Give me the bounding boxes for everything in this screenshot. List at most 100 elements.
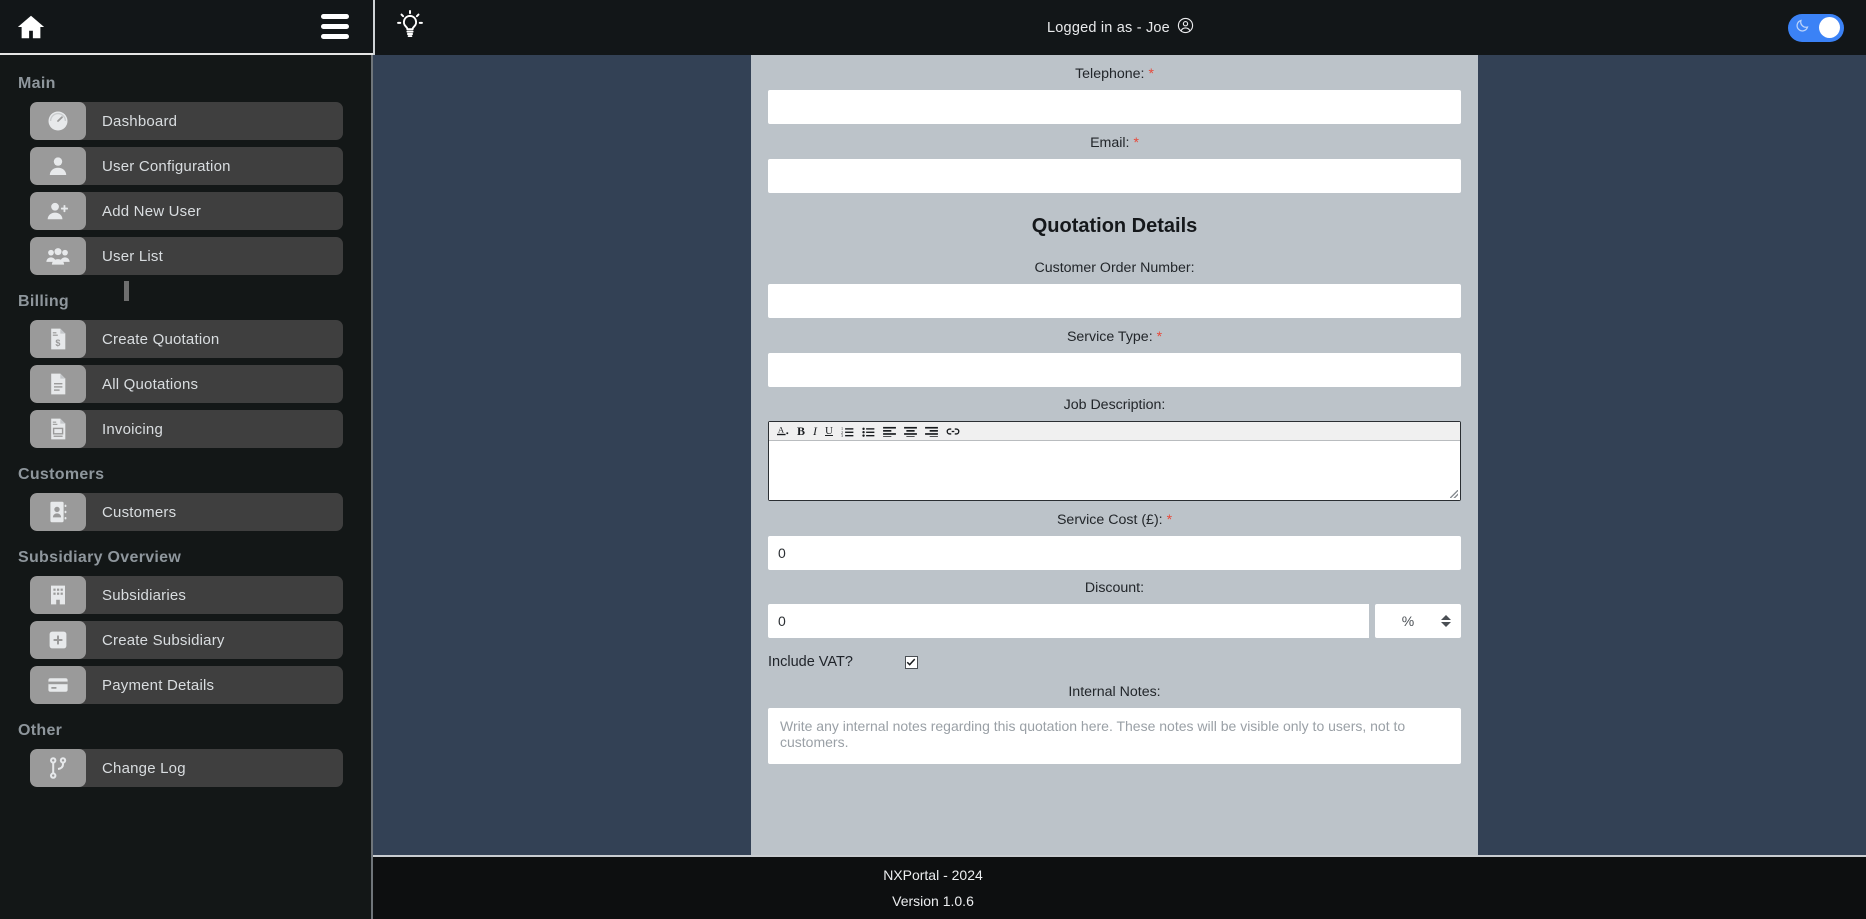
sidebar-item-invoicing[interactable]: Invoicing (30, 410, 343, 448)
svg-text:3: 3 (841, 434, 843, 437)
plus-square-icon (30, 621, 86, 659)
internal-notes-field-group: Internal Notes: (751, 674, 1478, 769)
sidebar-item-label: Create Quotation (102, 330, 220, 348)
internal-notes-textarea[interactable] (768, 708, 1461, 764)
chevron-updown-icon (1441, 615, 1451, 627)
sidebar-item-user-configuration[interactable]: User Configuration (30, 147, 343, 185)
telephone-required-mark: * (1148, 65, 1154, 81)
user-icon (30, 147, 86, 185)
email-field-group: Email: * (751, 124, 1478, 193)
email-label: Email: * (768, 124, 1461, 159)
discount-label: Discount: (1084, 580, 1145, 596)
service-type-required-mark: * (1156, 328, 1163, 344)
service-type-input[interactable] (768, 353, 1461, 387)
email-label-text: Email: (1090, 135, 1130, 151)
footer-sidebar-cover (0, 855, 373, 919)
file-dollar-icon: $ (30, 320, 86, 358)
svg-text:$: $ (55, 338, 60, 348)
app-root: Logged in as - Joe Main Dashboard User C… (0, 0, 1866, 919)
email-input[interactable] (768, 159, 1461, 193)
unordered-list-icon[interactable] (862, 426, 875, 437)
lightbulb-icon[interactable] (395, 9, 425, 46)
sidebar-item-customers[interactable]: Customers (30, 493, 343, 531)
code-branch-icon (30, 749, 86, 787)
service-cost-label: Service Cost (£): * (768, 501, 1461, 536)
service-cost-field-group: Service Cost (£): * (751, 501, 1478, 570)
sidebar-item-label: Customers (102, 503, 177, 521)
text-color-icon[interactable]: A (777, 425, 789, 437)
rich-text-editor: A B I U 123 (768, 421, 1461, 501)
credit-card-icon (30, 666, 86, 704)
sidebar-item-label: Create Subsidiary (102, 631, 225, 649)
service-type-field-group: Service Type: * (751, 318, 1478, 387)
discount-unit-value: % (1401, 613, 1415, 629)
discount-field-group: Discount: % (751, 570, 1478, 638)
link-icon[interactable] (946, 426, 960, 437)
bold-icon[interactable]: B (797, 425, 805, 437)
gauge-icon (30, 102, 86, 140)
sidebar-item-subsidiaries[interactable]: Subsidiaries (30, 576, 343, 614)
italic-icon[interactable]: I (813, 425, 817, 437)
sidebar-group-title: Customers (18, 466, 105, 483)
sidebar-item-create-subsidiary[interactable]: Create Subsidiary (30, 621, 343, 659)
include-vat-row: Include VAT? (751, 638, 1478, 674)
sidebar-item-label: Dashboard (102, 112, 178, 130)
home-icon[interactable] (16, 12, 46, 42)
align-left-icon[interactable] (883, 426, 896, 437)
discount-unit-select[interactable]: % (1375, 604, 1461, 638)
align-center-icon[interactable] (904, 426, 917, 437)
sidebar-item-label: User Configuration (102, 157, 231, 175)
sidebar-item-user-list[interactable]: User List (30, 237, 343, 275)
editor-toolbar: A B I U 123 (769, 422, 1460, 441)
sidebar-group-title: Billing (18, 293, 69, 310)
job-description-editor-area[interactable] (769, 441, 1460, 500)
customer-order-number-label: Customer Order Number: (1034, 260, 1195, 276)
sidebar-item-label: User List (102, 247, 163, 265)
sidebar-item-add-new-user[interactable]: Add New User (30, 192, 343, 230)
sidebar-item-create-quotation[interactable]: $ Create Quotation (30, 320, 343, 358)
sidebar-item-label: Add New User (102, 202, 202, 220)
sidebar-group-title: Main (18, 75, 56, 92)
sidebar-item-change-log[interactable]: Change Log (30, 749, 343, 787)
footer-version: Version 1.0.6 (892, 893, 974, 909)
top-bar-right: Logged in as - Joe (373, 0, 1866, 55)
svg-text:A: A (778, 425, 785, 435)
logged-in-label: Logged in as - Joe (1047, 19, 1170, 36)
ordered-list-icon[interactable]: 123 (841, 426, 854, 437)
sidebar-group: Billing $ Create Quotation All Quotations In… (0, 293, 371, 448)
customer-order-number-input[interactable] (768, 284, 1461, 318)
file-invoice-icon (30, 410, 86, 448)
hamburger-menu-icon[interactable] (317, 10, 353, 43)
include-vat-label: Include VAT? (768, 654, 853, 670)
footer-wrap: NXPortal - 2024 Version 1.0.6 (0, 855, 1866, 919)
moon-icon (1792, 18, 1810, 38)
quotation-form-panel: Telephone: * Email: * Quotation Details (751, 55, 1478, 855)
sidebar-item-label: Payment Details (102, 676, 215, 694)
sidebar-item-dashboard[interactable]: Dashboard (30, 102, 343, 140)
sidebar-item-payment-details[interactable]: Payment Details (30, 666, 343, 704)
top-bar: Logged in as - Joe (0, 0, 1866, 55)
building-icon (30, 576, 86, 614)
sidebar-item-label: All Quotations (102, 375, 199, 393)
align-right-icon[interactable] (925, 426, 938, 437)
quotation-details-heading: Quotation Details (1031, 215, 1198, 237)
sidebar-group: Other Change Log (0, 722, 371, 787)
sidebar-group: Subsidiary Overview Subsidiaries Create Su… (0, 549, 371, 704)
sidebar-item-all-quotations[interactable]: All Quotations (30, 365, 343, 403)
sidebar-item-label: Change Log (102, 759, 186, 777)
discount-row: % (768, 604, 1461, 638)
customer-order-number-field-group: Customer Order Number: (751, 250, 1478, 318)
users-group-icon (30, 237, 86, 275)
file-lines-icon (30, 365, 86, 403)
dark-mode-toggle[interactable] (1788, 13, 1844, 42)
discount-input[interactable] (768, 604, 1369, 638)
main-content: Telephone: * Email: * Quotation Details (373, 55, 1866, 855)
sidebar-group-title: Subsidiary Overview (18, 549, 182, 566)
include-vat-checkbox[interactable] (904, 655, 918, 669)
logged-in-status: Logged in as - Joe (375, 17, 1866, 38)
service-cost-required-mark: * (1166, 511, 1173, 527)
service-cost-input[interactable] (768, 536, 1461, 570)
underline-icon[interactable]: U (825, 425, 833, 437)
telephone-input[interactable] (768, 90, 1461, 124)
service-type-label-text: Service Type: (1066, 329, 1153, 345)
